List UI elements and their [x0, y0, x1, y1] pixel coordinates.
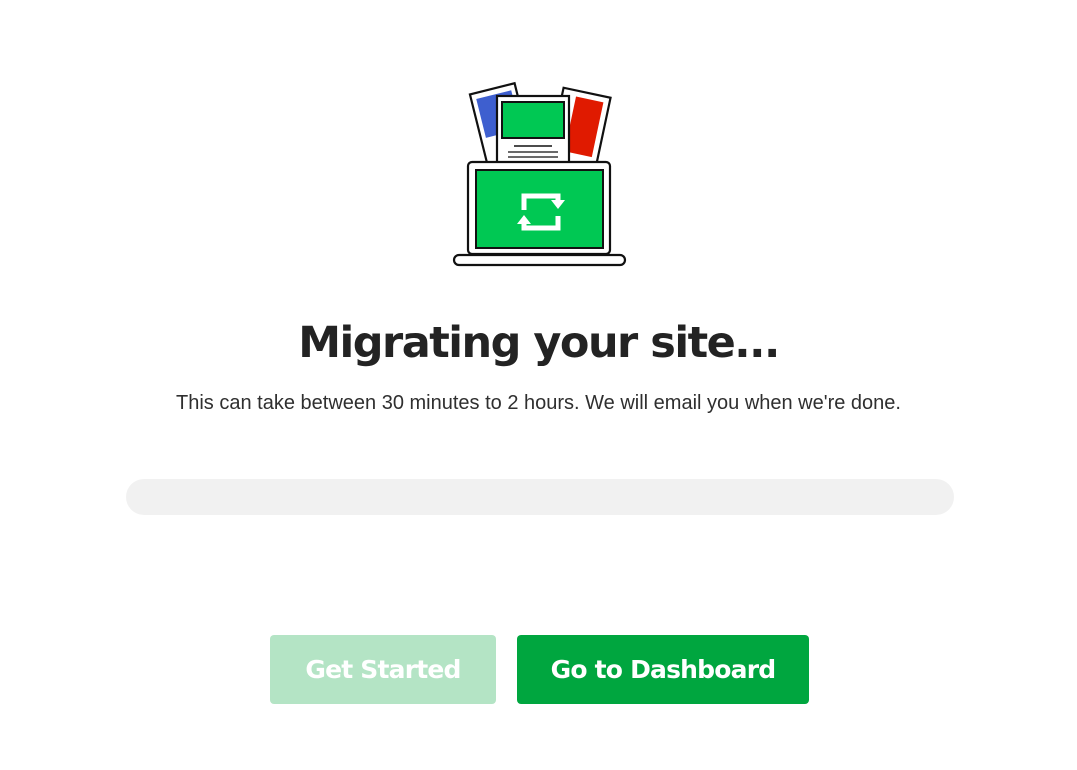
go-to-dashboard-button[interactable]: Go to Dashboard — [517, 635, 809, 704]
laptop-sync-icon — [452, 81, 627, 267]
page-title: Migrating your site... — [298, 318, 780, 368]
migration-page: Migrating your site... This can take bet… — [0, 0, 1077, 770]
get-started-button[interactable]: Get Started — [270, 635, 496, 704]
migration-progress-bar — [126, 479, 954, 515]
migration-duration-note: This can take between 30 minutes to 2 ho… — [176, 392, 901, 414]
site-migration-illustration — [452, 76, 628, 268]
